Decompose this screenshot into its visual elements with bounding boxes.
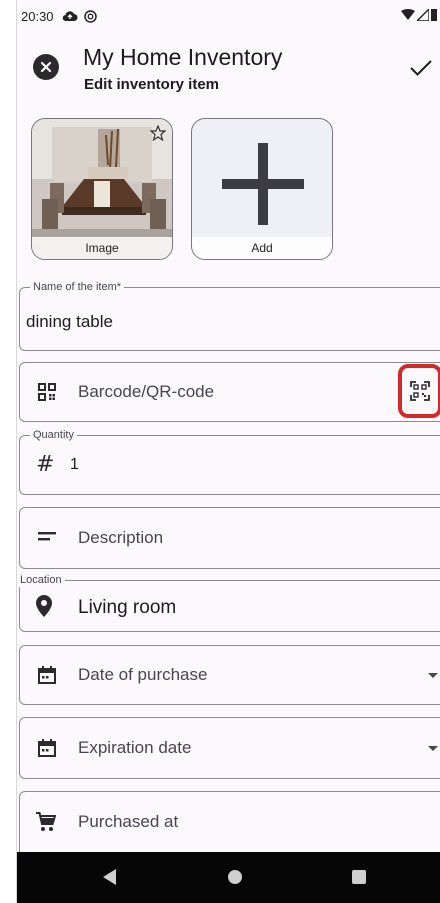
- page-title: My Home Inventory: [83, 44, 283, 70]
- back-icon[interactable]: [103, 869, 116, 885]
- purchased-at-field[interactable]: Purchased at: [19, 791, 440, 861]
- vpn-icon: [83, 9, 97, 23]
- status-bar: 20:30: [17, 0, 440, 32]
- close-button[interactable]: [33, 54, 59, 80]
- calendar-icon: [38, 739, 56, 757]
- check-icon: [409, 58, 433, 78]
- chevron-down-icon[interactable]: [428, 746, 438, 751]
- app-bar: My Home Inventory Edit inventory item: [17, 36, 440, 100]
- item-name-label: Name of the item*: [30, 280, 125, 294]
- date-of-purchase-placeholder: Date of purchase: [78, 665, 208, 684]
- notes-icon: [38, 532, 56, 542]
- qr-scan-icon: [410, 381, 430, 401]
- cloud-icon: [62, 10, 78, 22]
- cart-icon: [36, 812, 56, 832]
- date-of-purchase-field[interactable]: Date of purchase: [19, 645, 440, 705]
- calendar-icon: [38, 666, 56, 684]
- chevron-down-icon[interactable]: [428, 673, 438, 678]
- signal-icon: [415, 6, 430, 24]
- scan-barcode-button[interactable]: [398, 364, 440, 418]
- quantity-field[interactable]: Quantity # 1: [19, 428, 440, 495]
- close-icon: [40, 61, 52, 73]
- quantity-label: Quantity: [30, 428, 77, 442]
- location-value: Living room: [78, 597, 177, 618]
- page-subtitle: Edit inventory item: [84, 76, 220, 93]
- location-field[interactable]: Location Living room: [17, 573, 440, 632]
- expiration-date-placeholder: Expiration date: [78, 738, 192, 757]
- recents-icon[interactable]: [352, 870, 366, 884]
- photo-label: Image: [32, 237, 172, 259]
- add-label: Add: [192, 237, 332, 259]
- app-screen: 20:30 My Home Inventory Edit inventory i…: [16, 0, 440, 903]
- description-placeholder: Description: [78, 528, 164, 547]
- item-name-field[interactable]: Name of the item* dining table: [19, 280, 440, 351]
- system-nav-bar: [17, 852, 440, 903]
- add-image-button[interactable]: Add: [191, 118, 333, 260]
- status-time: 20:30: [21, 8, 54, 24]
- wifi-icon: [401, 8, 415, 24]
- barcode-placeholder: Barcode/QR-code: [78, 382, 215, 401]
- expiration-date-field[interactable]: Expiration date: [19, 717, 440, 779]
- hash-icon: #: [36, 452, 55, 477]
- save-button[interactable]: [405, 52, 437, 84]
- location-pin-icon: [36, 595, 52, 617]
- location-label: Location: [17, 573, 65, 587]
- home-icon[interactable]: [228, 870, 242, 884]
- barcode-field[interactable]: Barcode/QR-code: [19, 362, 440, 422]
- quantity-value: 1: [70, 456, 79, 473]
- qr-code-icon: [38, 383, 56, 401]
- description-field[interactable]: Description: [19, 507, 440, 569]
- item-photo[interactable]: Image: [31, 118, 173, 260]
- battery-icon: [431, 8, 437, 24]
- purchased-at-placeholder: Purchased at: [78, 812, 179, 831]
- item-name-value: dining table: [26, 312, 113, 331]
- star-icon[interactable]: [149, 124, 167, 146]
